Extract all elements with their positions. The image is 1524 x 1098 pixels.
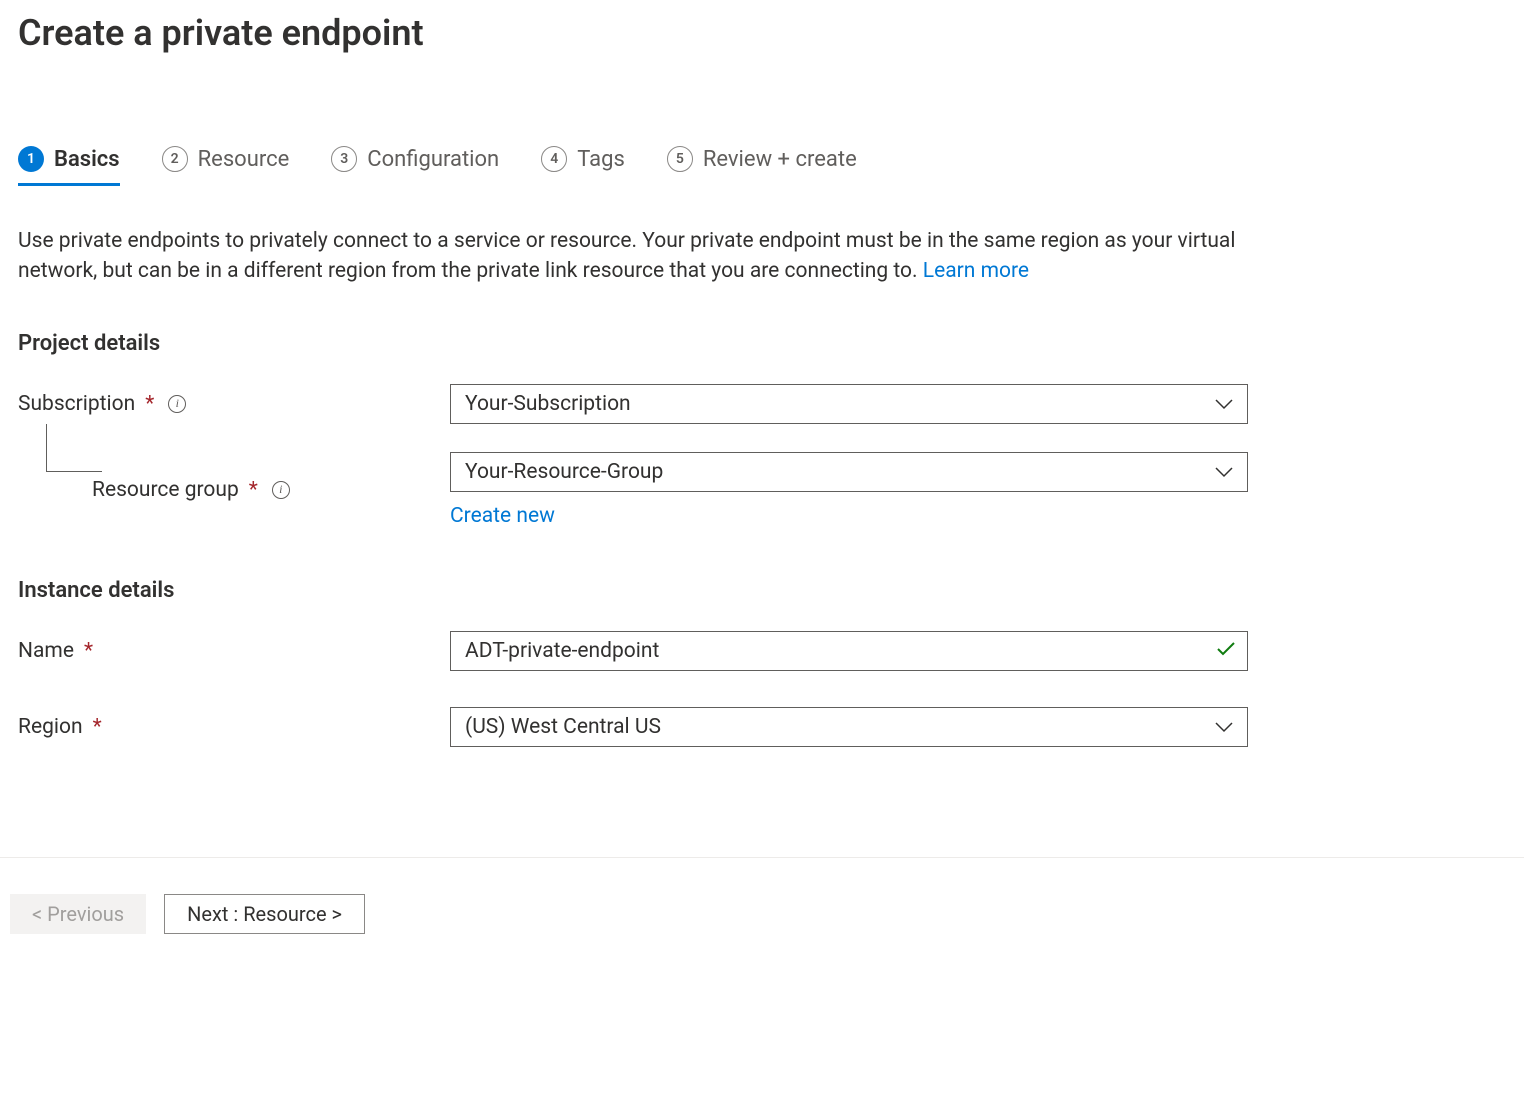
instance-details-heading: Instance details <box>18 578 1496 603</box>
info-icon[interactable]: i <box>272 481 290 499</box>
previous-button: < Previous <box>10 894 146 934</box>
learn-more-link[interactable]: Learn more <box>923 259 1029 283</box>
wizard-footer: < Previous Next : Resource > <box>0 857 1524 934</box>
region-select[interactable]: (US) West Central US <box>450 707 1248 747</box>
region-label: Region * <box>18 715 450 739</box>
page-title: Create a private endpoint <box>18 12 1496 54</box>
tab-label: Tags <box>577 147 625 172</box>
tab-tags[interactable]: 4 Tags <box>541 146 625 184</box>
tab-number-icon: 3 <box>331 146 357 172</box>
resource-group-label: Resource group * i <box>18 478 450 502</box>
tab-label: Basics <box>54 147 120 172</box>
tab-configuration[interactable]: 3 Configuration <box>331 146 499 184</box>
required-indicator: * <box>145 392 154 416</box>
chevron-down-icon <box>1215 466 1233 478</box>
wizard-tabs: 1 Basics 2 Resource 3 Configuration 4 Ta… <box>18 146 1496 184</box>
check-icon <box>1216 641 1236 661</box>
description-text: Use private endpoints to privately conne… <box>18 226 1248 287</box>
chevron-down-icon <box>1215 721 1233 733</box>
tab-resource[interactable]: 2 Resource <box>162 146 290 184</box>
tab-basics[interactable]: 1 Basics <box>18 146 120 184</box>
tab-number-icon: 2 <box>162 146 188 172</box>
project-details-heading: Project details <box>18 331 1496 356</box>
subscription-label: Subscription * i <box>18 392 450 416</box>
tab-label: Resource <box>198 147 290 172</box>
tab-number-icon: 5 <box>667 146 693 172</box>
tab-label: Review + create <box>703 147 857 172</box>
create-new-link[interactable]: Create new <box>450 504 1248 528</box>
required-indicator: * <box>93 715 102 739</box>
tab-label: Configuration <box>367 147 499 172</box>
next-button[interactable]: Next : Resource > <box>164 894 365 934</box>
tab-number-icon: 1 <box>18 146 44 172</box>
info-icon[interactable]: i <box>168 395 186 413</box>
required-indicator: * <box>84 639 93 663</box>
resource-group-select[interactable]: Your-Resource-Group <box>450 452 1248 492</box>
tree-connector-icon <box>46 424 102 472</box>
chevron-down-icon <box>1215 398 1233 410</box>
required-indicator: * <box>249 478 258 502</box>
tab-number-icon: 4 <box>541 146 567 172</box>
subscription-select[interactable]: Your-Subscription <box>450 384 1248 424</box>
tab-review-create[interactable]: 5 Review + create <box>667 146 857 184</box>
name-label: Name * <box>18 639 450 663</box>
name-input[interactable] <box>450 631 1248 671</box>
